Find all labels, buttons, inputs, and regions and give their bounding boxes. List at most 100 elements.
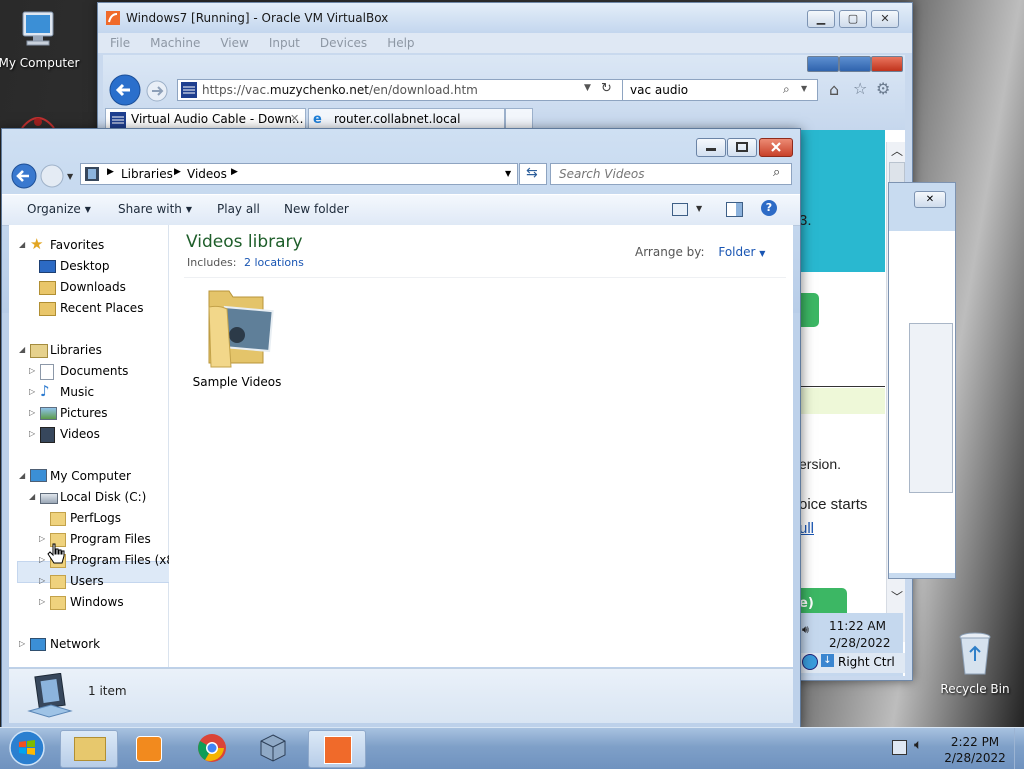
recycle-bin-icon xyxy=(955,630,995,678)
explorer-minimize-button[interactable] xyxy=(696,138,726,157)
guest-volume-icon[interactable]: 🔊︎ xyxy=(802,623,809,637)
tab-close-icon[interactable]: ✕ xyxy=(290,112,299,125)
search-icon[interactable]: ⌕ xyxy=(773,165,780,180)
downloads-folder-icon xyxy=(39,281,56,295)
scroll-up-icon[interactable]: ︿ xyxy=(891,142,903,159)
folder-icon xyxy=(50,575,66,589)
breadcrumb-separator-icon[interactable]: ▶ xyxy=(107,167,114,177)
system-clock[interactable]: 2:22 PM 2/28/2022 xyxy=(935,734,1015,766)
video-library-large-icon xyxy=(27,673,73,719)
expand-arrow-icon[interactable]: ◢ xyxy=(19,240,25,249)
view-options-icon[interactable] xyxy=(672,203,688,216)
desktop-icon-label: Recycle Bin xyxy=(940,682,1010,696)
menu-machine[interactable]: Machine xyxy=(138,33,208,50)
new-folder-button[interactable]: New folder xyxy=(284,202,349,216)
collapse-arrow-icon[interactable]: ▷ xyxy=(39,597,45,606)
taskbar-media-player[interactable] xyxy=(120,730,176,766)
breadcrumb-dropdown-icon[interactable]: ▼ xyxy=(505,169,511,178)
arrange-dropdown[interactable]: Folder ▼ xyxy=(718,245,765,259)
videos-icon xyxy=(40,427,55,443)
minimize-button[interactable]: ▁ xyxy=(807,10,835,28)
menu-view[interactable]: View xyxy=(208,33,256,50)
taskbar-virtualbox-vm[interactable] xyxy=(308,730,366,768)
collapse-arrow-icon[interactable]: ▷ xyxy=(39,576,45,585)
show-desktop-button[interactable] xyxy=(1014,728,1024,769)
background-dialog[interactable]: ✕ xyxy=(888,182,956,579)
explorer-search-box[interactable]: ⌕ xyxy=(550,163,792,185)
menu-devices[interactable]: Devices xyxy=(308,33,375,50)
volume-icon[interactable]: 🔈︎ xyxy=(914,737,922,753)
dialog-close-button[interactable]: ✕ xyxy=(914,191,946,208)
desktop-icon-recycle-bin[interactable]: Recycle Bin xyxy=(933,630,1017,696)
share-with-button[interactable]: Share with ▼ xyxy=(118,202,192,216)
collapse-arrow-icon[interactable]: ▷ xyxy=(39,534,45,543)
recent-pages-dropdown-icon[interactable]: ▼ xyxy=(67,172,73,181)
explorer-search-input[interactable] xyxy=(557,166,761,182)
explorer-close-button[interactable] xyxy=(759,138,793,157)
organize-button[interactable]: Organize ▼ xyxy=(27,202,91,216)
arrange-label: Arrange by: xyxy=(635,245,705,259)
gear-icon[interactable]: ⚙ xyxy=(876,79,890,98)
home-icon[interactable]: ⌂ xyxy=(829,80,839,99)
collapse-arrow-icon[interactable]: ▷ xyxy=(29,408,35,417)
maximize-button[interactable]: ▢ xyxy=(839,10,867,28)
view-dropdown-icon[interactable]: ▼ xyxy=(696,204,702,213)
collapse-arrow-icon[interactable]: ▷ xyxy=(39,555,45,564)
guest-clock-time[interactable]: 11:22 AM xyxy=(829,619,886,633)
close-button[interactable]: ✕ xyxy=(871,10,899,28)
address-dropdown-icon[interactable]: ▼ xyxy=(584,83,591,93)
page-link-fragment[interactable]: ull xyxy=(799,520,814,537)
collapse-arrow-icon[interactable]: ▷ xyxy=(29,387,35,396)
virtualbox-cube-icon xyxy=(260,734,286,762)
expand-arrow-icon[interactable]: ◢ xyxy=(29,492,35,501)
browser-search-input[interactable]: vac audio ⌕ ▼ xyxy=(622,79,818,101)
back-button[interactable] xyxy=(108,73,142,107)
breadcrumb[interactable]: ▶ Libraries ▶ Videos ▶ ▼ xyxy=(80,163,518,185)
search-dropdown-icon[interactable]: ▼ xyxy=(801,84,807,93)
collapse-arrow-icon[interactable]: ▷ xyxy=(19,639,25,648)
taskbar-chrome[interactable] xyxy=(184,730,240,766)
guest-clock-date[interactable]: 2/28/2022 xyxy=(829,636,891,650)
network-tray-icon[interactable] xyxy=(892,740,907,755)
desktop-icon-my-computer[interactable]: My Computer xyxy=(0,8,81,70)
forward-button[interactable] xyxy=(145,79,169,103)
start-button[interactable] xyxy=(6,729,48,767)
folder-item[interactable]: Sample Videos xyxy=(187,285,287,389)
breadcrumb-separator-icon[interactable]: ▶ xyxy=(231,167,238,177)
libraries-icon xyxy=(30,344,48,358)
collapse-arrow-icon[interactable]: ▷ xyxy=(29,366,35,375)
collapse-arrow-icon[interactable]: ▷ xyxy=(29,429,35,438)
scroll-down-icon[interactable]: ﹀ xyxy=(891,588,903,605)
includes-locations-link[interactable]: 2 locations xyxy=(244,256,304,269)
taskbar-explorer[interactable] xyxy=(60,730,118,768)
search-icon[interactable]: ⌕ xyxy=(783,82,790,97)
menu-file[interactable]: File xyxy=(98,33,138,50)
address-bar[interactable]: https://vac.muzychenko.net/en/download.h… xyxy=(177,79,623,101)
expand-arrow-icon[interactable]: ◢ xyxy=(19,345,25,354)
favorites-star-icon[interactable]: ☆ xyxy=(853,79,867,98)
explorer-back-button[interactable] xyxy=(10,162,38,190)
nav-label: Downloads xyxy=(60,280,126,294)
explorer-maximize-button[interactable] xyxy=(727,138,757,157)
browser-close-button[interactable] xyxy=(871,56,903,72)
taskbar-virtualbox-manager[interactable] xyxy=(245,730,301,766)
dialog-inner-panel xyxy=(909,323,953,493)
breadcrumb-separator-icon[interactable]: ▶ xyxy=(174,167,181,177)
explorer-forward-button[interactable] xyxy=(39,163,65,189)
expand-arrow-icon[interactable]: ◢ xyxy=(19,471,25,480)
close-icon: ✕ xyxy=(880,12,890,25)
play-all-button[interactable]: Play all xyxy=(217,202,260,216)
menu-input[interactable]: Input xyxy=(257,33,308,50)
breadcrumb-libraries[interactable]: Libraries xyxy=(121,167,173,181)
help-icon[interactable]: ? xyxy=(761,200,777,216)
share-with-label: Share with xyxy=(118,202,182,216)
breadcrumb-videos[interactable]: Videos xyxy=(187,167,227,181)
browser-minimize-button[interactable] xyxy=(807,56,839,72)
explorer-refresh-button[interactable]: ⇆ xyxy=(519,163,547,185)
preview-pane-icon[interactable] xyxy=(726,202,743,217)
menu-help[interactable]: Help xyxy=(375,33,422,50)
browser-restore-button[interactable] xyxy=(839,56,871,72)
refresh-icon[interactable]: ↻ xyxy=(601,81,612,96)
arrange-value: Folder xyxy=(718,245,756,259)
virtualbox-titlebar[interactable]: Windows7 [Running] - Oracle VM VirtualBo… xyxy=(98,3,912,33)
